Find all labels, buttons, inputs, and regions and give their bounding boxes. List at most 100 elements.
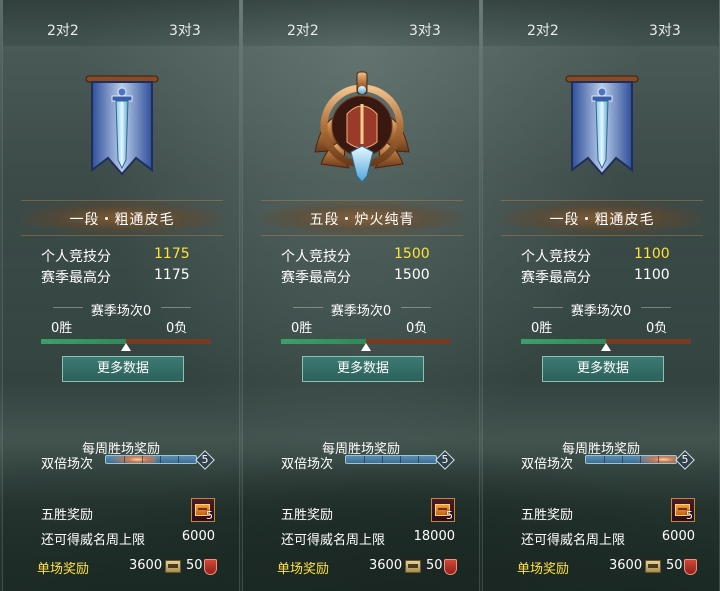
shield-icon	[444, 559, 457, 575]
season-matches: 赛季场次0	[570, 304, 632, 319]
chest-count: 5	[446, 509, 453, 522]
season-best-row: 赛季最高分 1100	[521, 267, 691, 286]
arena-panel-3: 2对2 3对3 一段・粗通皮毛 个人竞技分 1100 赛季最高分 1100 赛季…	[482, 0, 720, 591]
more-data-button[interactable]: 更多数据	[542, 356, 664, 382]
personal-score-value: 1500	[394, 246, 430, 262]
personal-score-label: 个人竞技分	[41, 249, 111, 265]
personal-score-label: 个人竞技分	[521, 249, 591, 265]
banner-sword-emblem-icon	[562, 62, 642, 190]
weekly-limit-value: 18000	[413, 529, 455, 544]
bar-segment	[400, 456, 401, 463]
personal-score-row: 个人竞技分 1500	[281, 246, 451, 265]
losses-count: 0负	[166, 321, 188, 336]
personal-score-value: 1175	[154, 246, 190, 262]
prestige-coin-icon	[645, 560, 661, 573]
tab-3v3[interactable]: 3对3	[649, 20, 681, 40]
double-count: 5	[441, 453, 449, 466]
double-count-badge: 5	[435, 450, 455, 470]
tab-2v2[interactable]: 2对2	[287, 20, 319, 40]
season-best-value: 1500	[394, 267, 430, 283]
season-best-label: 赛季最高分	[281, 270, 351, 286]
win-fill	[281, 339, 366, 344]
season-matches: 赛季场次0	[330, 304, 392, 319]
tab-2v2[interactable]: 2对2	[527, 20, 559, 40]
losses-count: 0负	[406, 321, 428, 336]
win-fill	[521, 339, 606, 344]
wins-count: 0胜	[291, 321, 313, 336]
losses-count: 0负	[646, 321, 668, 336]
reward-chest-icon[interactable]: 5	[431, 498, 455, 522]
prestige-coin-icon	[165, 560, 181, 573]
single-reward-value2: 50	[666, 558, 683, 573]
double-matches-label: 双倍场次	[521, 457, 574, 472]
bar-segment	[658, 456, 659, 463]
bar-segment	[124, 456, 125, 463]
weekly-limit-label: 还可得威名周上限	[521, 533, 626, 548]
double-matches-bar	[105, 455, 197, 464]
rank-name: 一段・粗通皮毛	[549, 212, 655, 228]
reward-chest-icon[interactable]: 5	[671, 498, 695, 522]
weekly-limit-row: 还可得威名周上限 6000	[521, 529, 699, 548]
single-reward-value2: 50	[426, 558, 443, 573]
personal-score-label: 个人竞技分	[281, 249, 351, 265]
bar-segment	[418, 456, 419, 463]
ratio-marker-icon	[361, 343, 371, 351]
weekly-limit-row: 还可得威名周上限 18000	[281, 529, 459, 548]
rank-band: 五段・炉火纯青	[261, 200, 463, 236]
five-win-label: 五胜奖励	[41, 508, 94, 523]
winged-bronze-emblem-icon	[307, 64, 417, 194]
bar-segment	[142, 456, 143, 463]
single-reward-label: 单场奖励	[517, 562, 570, 577]
bar-segment	[160, 456, 161, 463]
double-count-badge: 5	[675, 450, 695, 470]
divider-right	[161, 307, 191, 314]
weekly-limit-label: 还可得威名周上限	[281, 533, 386, 548]
banner-sword-emblem-icon	[82, 62, 162, 190]
double-count: 5	[201, 453, 209, 466]
weekly-limit-row: 还可得威名周上限 6000	[41, 529, 219, 548]
double-matches-label: 双倍场次	[41, 457, 94, 472]
single-reward-value1: 3600	[609, 558, 643, 573]
bar-segment	[364, 456, 365, 463]
shield-icon	[684, 559, 697, 575]
ratio-marker-icon	[601, 343, 611, 351]
mode-tabs: 2对2 3对3	[243, 0, 479, 46]
more-data-button[interactable]: 更多数据	[302, 356, 424, 382]
glow-fill	[110, 456, 156, 463]
wins-count: 0胜	[51, 321, 73, 336]
five-win-label: 五胜奖励	[521, 508, 574, 523]
single-reward-label: 单场奖励	[37, 562, 90, 577]
arena-panel-2: 2对2 3对3 五段・炉火纯青 个人竞技分 1500 赛季最高分 1500 赛季…	[242, 0, 480, 591]
arena-panel-1: 2对2 3对3 一段・粗通皮毛 个人竞技分 1175 赛季最高分 1175 赛季…	[2, 0, 240, 591]
rank-name: 五段・炉火纯青	[309, 212, 415, 228]
ratio-marker-icon	[121, 343, 131, 351]
prestige-coin-icon	[405, 560, 421, 573]
season-best-label: 赛季最高分	[41, 270, 111, 286]
bar-segment	[382, 456, 383, 463]
single-reward-value1: 3600	[369, 558, 403, 573]
more-data-button[interactable]: 更多数据	[62, 356, 184, 382]
divider-right	[401, 307, 431, 314]
tab-3v3[interactable]: 3对3	[409, 20, 441, 40]
divider-right	[641, 307, 671, 314]
shield-icon	[204, 559, 217, 575]
rank-band: 一段・粗通皮毛	[21, 200, 223, 236]
tab-2v2[interactable]: 2对2	[47, 20, 79, 40]
single-reward-value2: 50	[186, 558, 203, 573]
tab-3v3[interactable]: 3对3	[169, 20, 201, 40]
arena-screen: 2对2 3对3 一段・粗通皮毛 个人竞技分 1175 赛季最高分 1175 赛季…	[0, 0, 720, 591]
personal-score-row: 个人竞技分 1100	[521, 246, 691, 265]
season-best-row: 赛季最高分 1500	[281, 267, 451, 286]
weekly-limit-value: 6000	[181, 529, 215, 544]
win-fill	[41, 339, 126, 344]
reward-chest-icon[interactable]: 5	[191, 498, 215, 522]
season-best-value: 1100	[634, 267, 670, 283]
personal-score-row: 个人竞技分 1175	[41, 246, 211, 265]
chest-count: 5	[686, 509, 693, 522]
single-reward-label: 单场奖励	[277, 562, 330, 577]
single-reward-value1: 3600	[129, 558, 163, 573]
wins-count: 0胜	[531, 321, 553, 336]
bar-segment	[604, 456, 605, 463]
rank-name: 一段・粗通皮毛	[69, 212, 175, 228]
double-matches-bar	[345, 455, 437, 464]
